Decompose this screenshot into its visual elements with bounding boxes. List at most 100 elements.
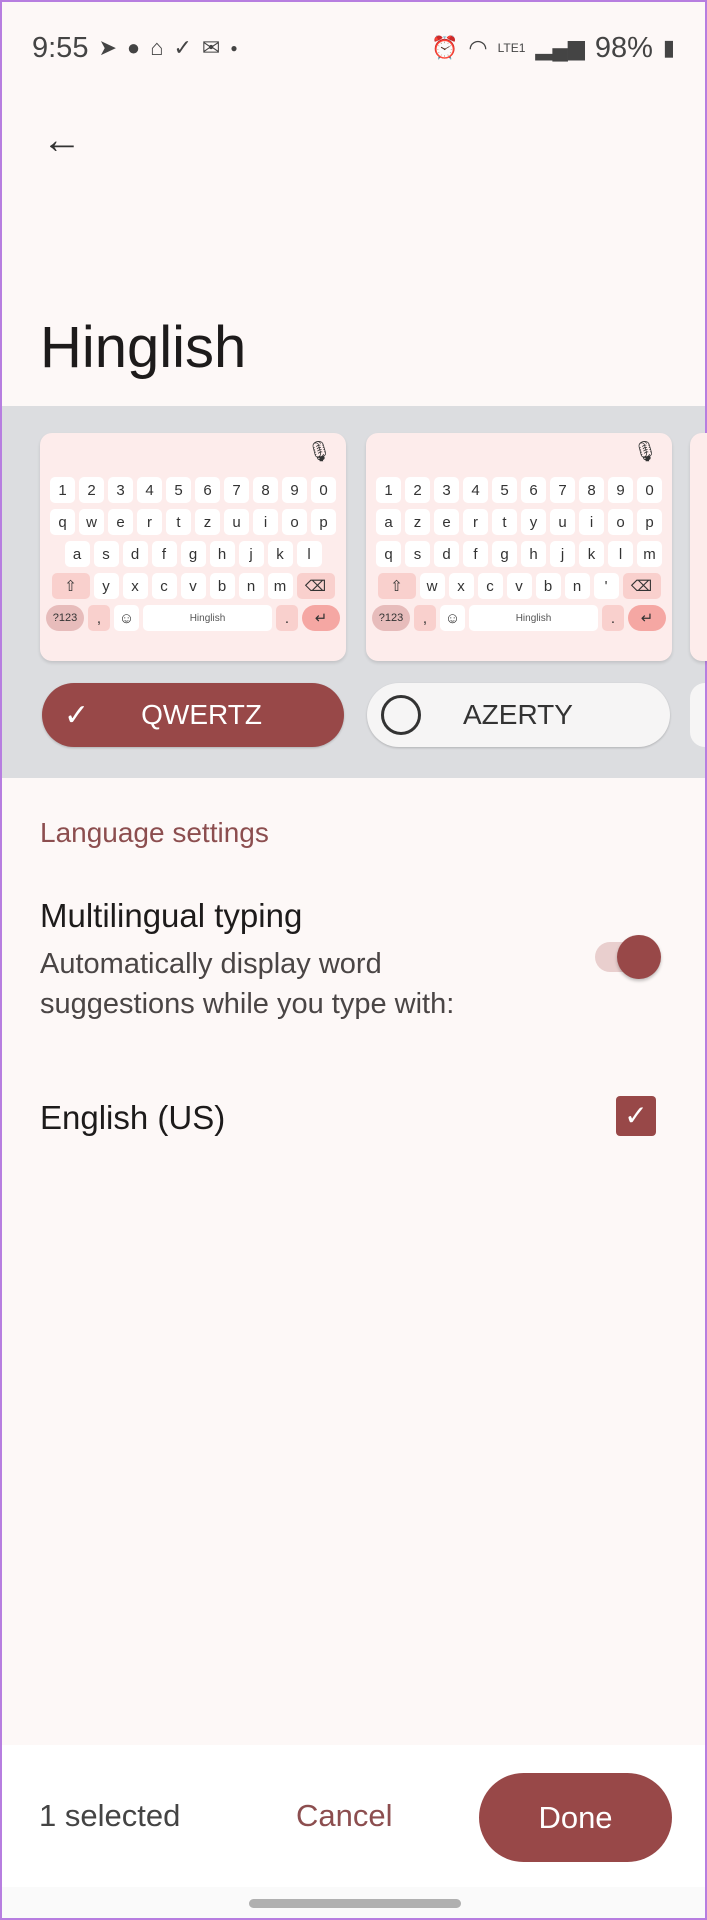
key: u xyxy=(550,509,575,535)
key: g xyxy=(492,541,517,567)
key: 9 xyxy=(608,477,633,503)
arrow-left-icon: ← xyxy=(42,118,82,162)
key: 5 xyxy=(492,477,517,503)
clock: 9:55 xyxy=(32,31,89,64)
key: h xyxy=(209,541,235,567)
key: n xyxy=(564,573,590,599)
keyboard-preview[interactable]: 🎙 1 2 3 4 5 6 7 8 9 0 a z e r t y u i o p q s d f g h j k l m ⇧ w x c v b n ' ⌫… xyxy=(366,433,672,661)
key: j xyxy=(238,541,264,567)
key: u xyxy=(224,509,249,535)
battery-level: 98% xyxy=(594,31,653,64)
key: v xyxy=(506,573,532,599)
key: 5 xyxy=(166,477,191,503)
key: p xyxy=(637,509,662,535)
keyboard-preview-next[interactable] xyxy=(690,433,707,661)
key-rows: 1 2 3 4 5 6 7 8 9 0 a z e r t y u i o p q s d f g h j k l m ⇧ w x c v b n ' ⌫?… xyxy=(372,477,666,631)
multilingual-subtitle: Automatically display word suggestions w… xyxy=(40,948,455,1020)
key: h xyxy=(521,541,546,567)
key: s xyxy=(93,541,119,567)
key: 6 xyxy=(521,477,546,503)
done-button[interactable]: Done xyxy=(479,1773,672,1862)
cancel-button[interactable]: Cancel xyxy=(296,1798,393,1834)
key: 0 xyxy=(637,477,662,503)
key: e xyxy=(108,509,133,535)
key-row: 1234567890 xyxy=(46,477,340,503)
key: v xyxy=(180,573,206,599)
alarm-icon: ⏰ xyxy=(431,35,459,60)
selected-count: 1 selected xyxy=(39,1798,181,1833)
key: i xyxy=(579,509,604,535)
key: b xyxy=(535,573,561,599)
key-row: qwertzuiop xyxy=(46,509,340,535)
key: b xyxy=(209,573,235,599)
key: x xyxy=(448,573,474,599)
key-row: asdfghjkl xyxy=(46,541,340,567)
key: o xyxy=(282,509,307,535)
space-key: Hinglish xyxy=(469,605,598,631)
key: a xyxy=(64,541,90,567)
layout-chip-azerty[interactable]: AZERTY xyxy=(367,683,670,747)
chip-label: AZERTY xyxy=(463,699,573,730)
symbols-key: ?123 xyxy=(46,605,84,631)
key-row: 1234567890 xyxy=(372,477,666,503)
key: 0 xyxy=(311,477,336,503)
key: g xyxy=(180,541,206,567)
key: o xyxy=(608,509,633,535)
check-icon: ✓ xyxy=(64,698,90,732)
signal-icon: ▂▄▆ xyxy=(535,35,585,60)
status-bar: 9:55 ➤ ● ⌂ ✓ ✉ ● ⏰ ◠ LTE1 ▂▄▆ 98% ▮ xyxy=(32,30,675,66)
multilingual-toggle[interactable] xyxy=(595,935,661,979)
layout-chip-next[interactable] xyxy=(690,683,705,747)
key: 2 xyxy=(79,477,104,503)
key-row: azertyuiop xyxy=(372,509,666,535)
key: j xyxy=(550,541,575,567)
key: 6 xyxy=(195,477,220,503)
key: 4 xyxy=(137,477,162,503)
key: 8 xyxy=(253,477,278,503)
enter-key-icon: ↵ xyxy=(628,605,666,631)
mosque-icon: ⌂ xyxy=(150,35,164,60)
wifi-icon: ◠ xyxy=(468,35,488,60)
key: t xyxy=(492,509,517,535)
backspace-key-icon: ⌫ xyxy=(296,573,335,599)
key: 1 xyxy=(376,477,401,503)
language-label: English (US) xyxy=(40,1099,226,1136)
task-icon: ✓ xyxy=(173,35,192,60)
key: s xyxy=(405,541,430,567)
comma-key: , xyxy=(88,605,110,631)
key: f xyxy=(151,541,177,567)
mic-icon: 🎙 xyxy=(632,441,658,463)
language-checkbox[interactable]: ✓ xyxy=(616,1096,656,1136)
key: p xyxy=(311,509,336,535)
key: a xyxy=(376,509,401,535)
key: w xyxy=(419,573,445,599)
layout-chip-qwertz[interactable]: ✓ QWERTZ xyxy=(42,683,344,747)
key: 7 xyxy=(224,477,249,503)
key: k xyxy=(579,541,604,567)
key-rows: 1 2 3 4 5 6 7 8 9 0 q w e r t z u i o p a s d f g h j k l ⇧ y x c v b n m ⌫ ?1… xyxy=(46,477,340,631)
chip-label: QWERTZ xyxy=(141,699,262,730)
section-header: Language settings xyxy=(40,817,269,848)
key: q xyxy=(50,509,75,535)
gesture-handle[interactable] xyxy=(249,1899,461,1908)
emoji-key-icon: ☺ xyxy=(114,605,139,631)
key: 7 xyxy=(550,477,575,503)
radio-icon xyxy=(381,695,421,735)
key: 9 xyxy=(282,477,307,503)
multilingual-title: Multilingual typing xyxy=(40,897,303,934)
key: c xyxy=(477,573,503,599)
key: n xyxy=(238,573,264,599)
emoji-key-icon: ☺ xyxy=(440,605,465,631)
telegram-icon: ➤ xyxy=(98,35,117,60)
key: x xyxy=(122,573,148,599)
key: y xyxy=(93,573,119,599)
keyboard-preview[interactable]: 🎙 1 2 3 4 5 6 7 8 9 0 q w e r t z u i o p a s d f g h j k l ⇧ y x c v b n m ⌫?… xyxy=(40,433,346,661)
key: 2 xyxy=(405,477,430,503)
shift-key-icon: ⇧ xyxy=(377,573,416,599)
symbols-key: ?123 xyxy=(372,605,410,631)
page-title: Hinglish xyxy=(40,315,247,380)
key-row: ?123, ☺ Hinglish. ↵ xyxy=(372,605,666,631)
back-button[interactable]: ← xyxy=(42,116,90,164)
key: 8 xyxy=(579,477,604,503)
mic-icon: 🎙 xyxy=(306,441,332,463)
